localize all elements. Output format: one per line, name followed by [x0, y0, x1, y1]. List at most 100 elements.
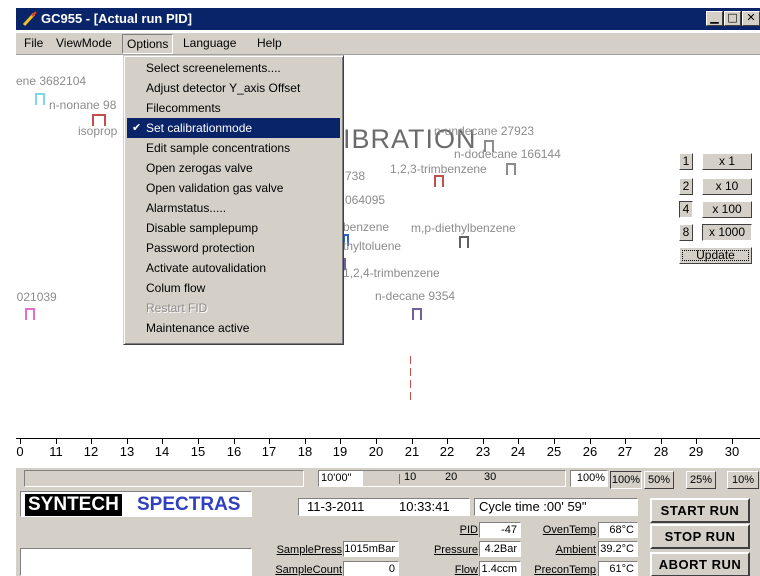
samplepress-label: SamplePress — [276, 544, 342, 556]
menu-open-zerogas-valve[interactable]: Open zerogas valve — [127, 158, 340, 178]
progress-percent: 100% — [570, 470, 608, 487]
samplecount-label: SampleCount — [275, 564, 342, 576]
zoom-50-button[interactable]: 50% — [644, 471, 674, 489]
peak-tick — [410, 380, 411, 388]
peak-marker — [434, 175, 444, 187]
x-tick-label: 11 — [49, 444, 63, 459]
menu-item-label: Alarmstatus..... — [146, 201, 227, 215]
scale-num-4[interactable]: 4 — [679, 201, 693, 218]
scale-num-2[interactable]: 2 — [679, 178, 693, 195]
brand-spectras: SPECTRAS — [137, 494, 241, 515]
window-title: GC955 - [Actual run PID] — [41, 11, 192, 26]
timeline-cursor — [399, 474, 400, 484]
app-icon — [22, 11, 37, 27]
peak-label: n-nonane 98 — [49, 98, 117, 112]
x-tick-label: 20 — [368, 444, 384, 459]
menu-restart-fid: Restart FID — [127, 298, 340, 318]
minimize-icon[interactable]: ▁ — [706, 11, 723, 26]
pressure-label: Pressure — [433, 544, 478, 556]
peak-marker — [412, 308, 422, 320]
menu-item-label: Colum flow — [146, 281, 206, 295]
menu-activate-autovalidation[interactable]: Activate autovalidation — [127, 258, 340, 278]
menu-set-calibrationmode[interactable]: ✔ Set calibrationmode — [127, 118, 340, 138]
scale-x1000-button[interactable]: x 1000 — [702, 224, 752, 241]
menu-item-label: Select screenelements.... — [146, 61, 281, 75]
brand-box: SYNTECH SPECTRAS — [20, 491, 252, 517]
menu-disable-samplepump[interactable]: Disable samplepump — [127, 218, 340, 238]
options-menu: Select screenelements.... Adjust detecto… — [123, 55, 344, 345]
x-tick-label: 24 — [510, 444, 526, 459]
menu-item-label: Set calibrationmode — [146, 121, 253, 135]
precontemp-value: 61°C — [598, 561, 638, 576]
x-tick-label: 23 — [475, 444, 491, 459]
menu-maintenance-active[interactable]: Maintenance active — [127, 318, 340, 338]
x-tick-label: 25 — [546, 444, 562, 459]
timeline-mark: 20 — [445, 471, 458, 483]
timeline-time: 10'00" — [319, 471, 363, 486]
pid-label: PID — [459, 524, 478, 536]
timeline-mark: 10 — [404, 471, 417, 483]
menu-item-label: Password protection — [146, 241, 255, 255]
peak-label: e 7021039 — [16, 290, 57, 304]
x-tick-label: 29 — [688, 444, 704, 459]
peak-label: thyltoluene — [343, 239, 402, 253]
scale-x100-button[interactable]: x 100 — [702, 201, 752, 218]
menu-edit-sample-concentrations[interactable]: Edit sample concentrations — [127, 138, 340, 158]
peak-label: m,p-diethylbenzene — [411, 221, 516, 235]
scale-x1-button[interactable]: x 1 — [702, 153, 752, 170]
menu-item-label: Activate autovalidation — [146, 261, 267, 275]
peak-label: 064095 — [345, 193, 386, 207]
check-icon: ✔ — [132, 121, 142, 134]
menu-item-label: Disable samplepump — [146, 221, 259, 235]
x-axis: 0 11 12 13 14 15 16 17 18 19 20 21 22 23 24 25 26 27 28 29 3… — [0, 438, 760, 468]
menu-language[interactable]: Language — [183, 36, 236, 50]
peak-label: n-dodecane 166144 — [454, 147, 561, 161]
scale-num-8[interactable]: 8 — [679, 224, 693, 241]
progress-track — [24, 470, 304, 487]
oventemp-value: 68°C — [598, 522, 638, 538]
update-button[interactable]: Update — [679, 247, 752, 264]
scale-num-1[interactable]: 1 — [679, 153, 693, 170]
zoom-10-button[interactable]: 10% — [727, 471, 759, 489]
stop-run-button[interactable]: STOP RUN — [650, 524, 750, 549]
menu-open-validation-gas-valve[interactable]: Open validation gas valve — [127, 178, 340, 198]
menu-adjust-y-offset[interactable]: Adjust detector Y_axis Offset — [127, 78, 340, 98]
menu-item-label: Open validation gas valve — [146, 181, 284, 195]
menu-select-screenelements[interactable]: Select screenelements.... — [127, 58, 340, 78]
menu-item-label: Open zerogas valve — [146, 161, 253, 175]
zoom-100-button[interactable]: 100% — [610, 471, 642, 489]
time-value: 10:33:41 — [399, 499, 450, 514]
menu-help[interactable]: Help — [257, 36, 282, 50]
zoom-25-button[interactable]: 25% — [686, 471, 716, 489]
maximize-icon[interactable]: □ — [724, 11, 741, 26]
start-run-button[interactable]: START RUN — [650, 498, 750, 523]
menu-colum-flow[interactable]: Colum flow — [127, 278, 340, 298]
peak-marker — [25, 308, 35, 320]
x-tick-label: 19 — [332, 444, 348, 459]
pressure-value: 4.2Bar — [479, 541, 521, 557]
cycle-time-box: Cycle time :00' 59" — [474, 498, 638, 516]
menu-file[interactable]: File — [24, 36, 43, 50]
abort-run-button[interactable]: ABORT RUN — [650, 552, 750, 576]
menu-alarmstatus[interactable]: Alarmstatus..... — [127, 198, 340, 218]
menu-item-label: Restart FID — [146, 301, 208, 315]
x-tick-label: 27 — [617, 444, 633, 459]
x-tick-label: 0 — [16, 444, 24, 459]
x-tick-label: 15 — [190, 444, 206, 459]
oventemp-label: OvenTemp — [542, 524, 596, 536]
peak-marker — [35, 93, 45, 105]
scale-x10-button[interactable]: x 10 — [702, 178, 752, 195]
x-tick-label: 21 — [404, 444, 420, 459]
menu-viewmode[interactable]: ViewMode — [56, 36, 112, 50]
menu-item-label: Filecomments — [146, 101, 221, 115]
x-tick-label: 26 — [582, 444, 598, 459]
flow-value: 1.4ccm — [479, 561, 521, 576]
menu-filecomments[interactable]: Filecomments — [127, 98, 340, 118]
close-icon[interactable]: ✕ — [742, 11, 760, 26]
ambient-value: 39.2°C — [598, 541, 638, 557]
menu-password-protection[interactable]: Password protection — [127, 238, 340, 258]
timeline-bar[interactable]: 10'00" 10 20 30 — [318, 470, 566, 487]
precontemp-label: PreconTemp — [534, 564, 596, 576]
menu-options[interactable]: Options — [122, 34, 174, 54]
brand-syntech: SYNTECH — [25, 494, 122, 516]
